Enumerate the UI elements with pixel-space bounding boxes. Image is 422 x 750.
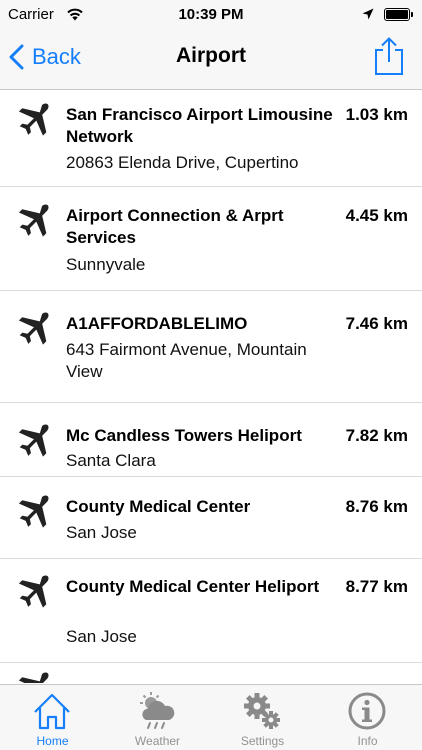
location-arrow-icon bbox=[362, 8, 374, 20]
place-address: San Jose bbox=[66, 523, 137, 542]
tab-label: Settings bbox=[240, 734, 285, 748]
place-distance: 8.76 km bbox=[345, 497, 408, 516]
airplane-icon bbox=[18, 495, 49, 528]
place-name: A1AFFORDABLELIMO bbox=[66, 314, 248, 333]
home-icon bbox=[34, 693, 70, 730]
share-icon[interactable] bbox=[372, 36, 406, 76]
place-distance: 8.77 km bbox=[345, 577, 408, 596]
place-distance: 1.03 km bbox=[345, 105, 408, 124]
airplane-icon bbox=[18, 312, 49, 345]
info-icon bbox=[348, 692, 386, 730]
airplane-icon bbox=[18, 672, 49, 683]
list-item[interactable]: Airport Connection & Arprt Services 4.45 … bbox=[0, 187, 422, 291]
battery-nub bbox=[411, 12, 413, 17]
weather-icon bbox=[140, 692, 175, 729]
list-item[interactable]: A1AFFORDABLELIMO 7.46 km 643 Fairmont Aven… bbox=[0, 291, 422, 403]
status-bar: Carrier 10:39 PM bbox=[0, 0, 422, 30]
battery-icon bbox=[384, 8, 410, 21]
tab-label: Info bbox=[357, 734, 378, 748]
tab-weather[interactable]: Weather bbox=[105, 685, 210, 750]
airplane-icon bbox=[18, 424, 49, 457]
settings-icon bbox=[244, 693, 280, 729]
place-address: 643 Fairmont Avenue, Mountain View bbox=[66, 340, 307, 381]
airplane-icon bbox=[18, 575, 49, 608]
airplane-icon bbox=[18, 103, 49, 136]
tab-home[interactable]: Home bbox=[0, 685, 105, 750]
place-distance: 4.45 km bbox=[345, 206, 408, 225]
tab-label: Weather bbox=[134, 734, 181, 748]
tab-label: Home bbox=[36, 734, 69, 748]
places-list[interactable]: San Francisco Airport Limousine Network 1… bbox=[0, 91, 422, 683]
airplane-icon bbox=[18, 204, 49, 237]
tab-settings[interactable]: Settings bbox=[210, 685, 315, 750]
tab-bar: Home Weather Settings Info bbox=[0, 684, 422, 750]
place-name: County Medical Center bbox=[66, 497, 251, 516]
place-name: County Medical Center Heliport bbox=[66, 577, 320, 596]
list-item[interactable]: County Medical Center 8.76 km San Jose bbox=[0, 477, 422, 559]
tab-info[interactable]: Info bbox=[315, 685, 420, 750]
place-address: Santa Clara bbox=[66, 451, 156, 470]
place-name: San Francisco Airport Limousine Network bbox=[66, 105, 333, 146]
place-distance: 7.82 km bbox=[345, 426, 408, 445]
place-address: San Jose bbox=[66, 627, 137, 646]
status-time: 10:39 PM bbox=[178, 6, 244, 23]
place-name: Airport Connection & Arprt Services bbox=[66, 206, 284, 247]
list-item[interactable]: Mc Candless Towers Heliport 7.82 km Santa … bbox=[0, 403, 422, 477]
list-item-partial[interactable] bbox=[0, 663, 422, 683]
list-item[interactable]: County Medical Center Heliport 8.77 km San… bbox=[0, 559, 422, 663]
place-address: 20863 Elenda Drive, Cupertino bbox=[66, 153, 299, 172]
navigation-bar: Back Airport bbox=[0, 30, 422, 90]
page-title: Airport bbox=[176, 44, 246, 67]
list-item[interactable]: San Francisco Airport Limousine Network 1… bbox=[0, 91, 422, 187]
place-address: Sunnyvale bbox=[66, 255, 146, 274]
place-name: Mc Candless Towers Heliport bbox=[66, 426, 302, 445]
place-distance: 7.46 km bbox=[345, 314, 408, 333]
